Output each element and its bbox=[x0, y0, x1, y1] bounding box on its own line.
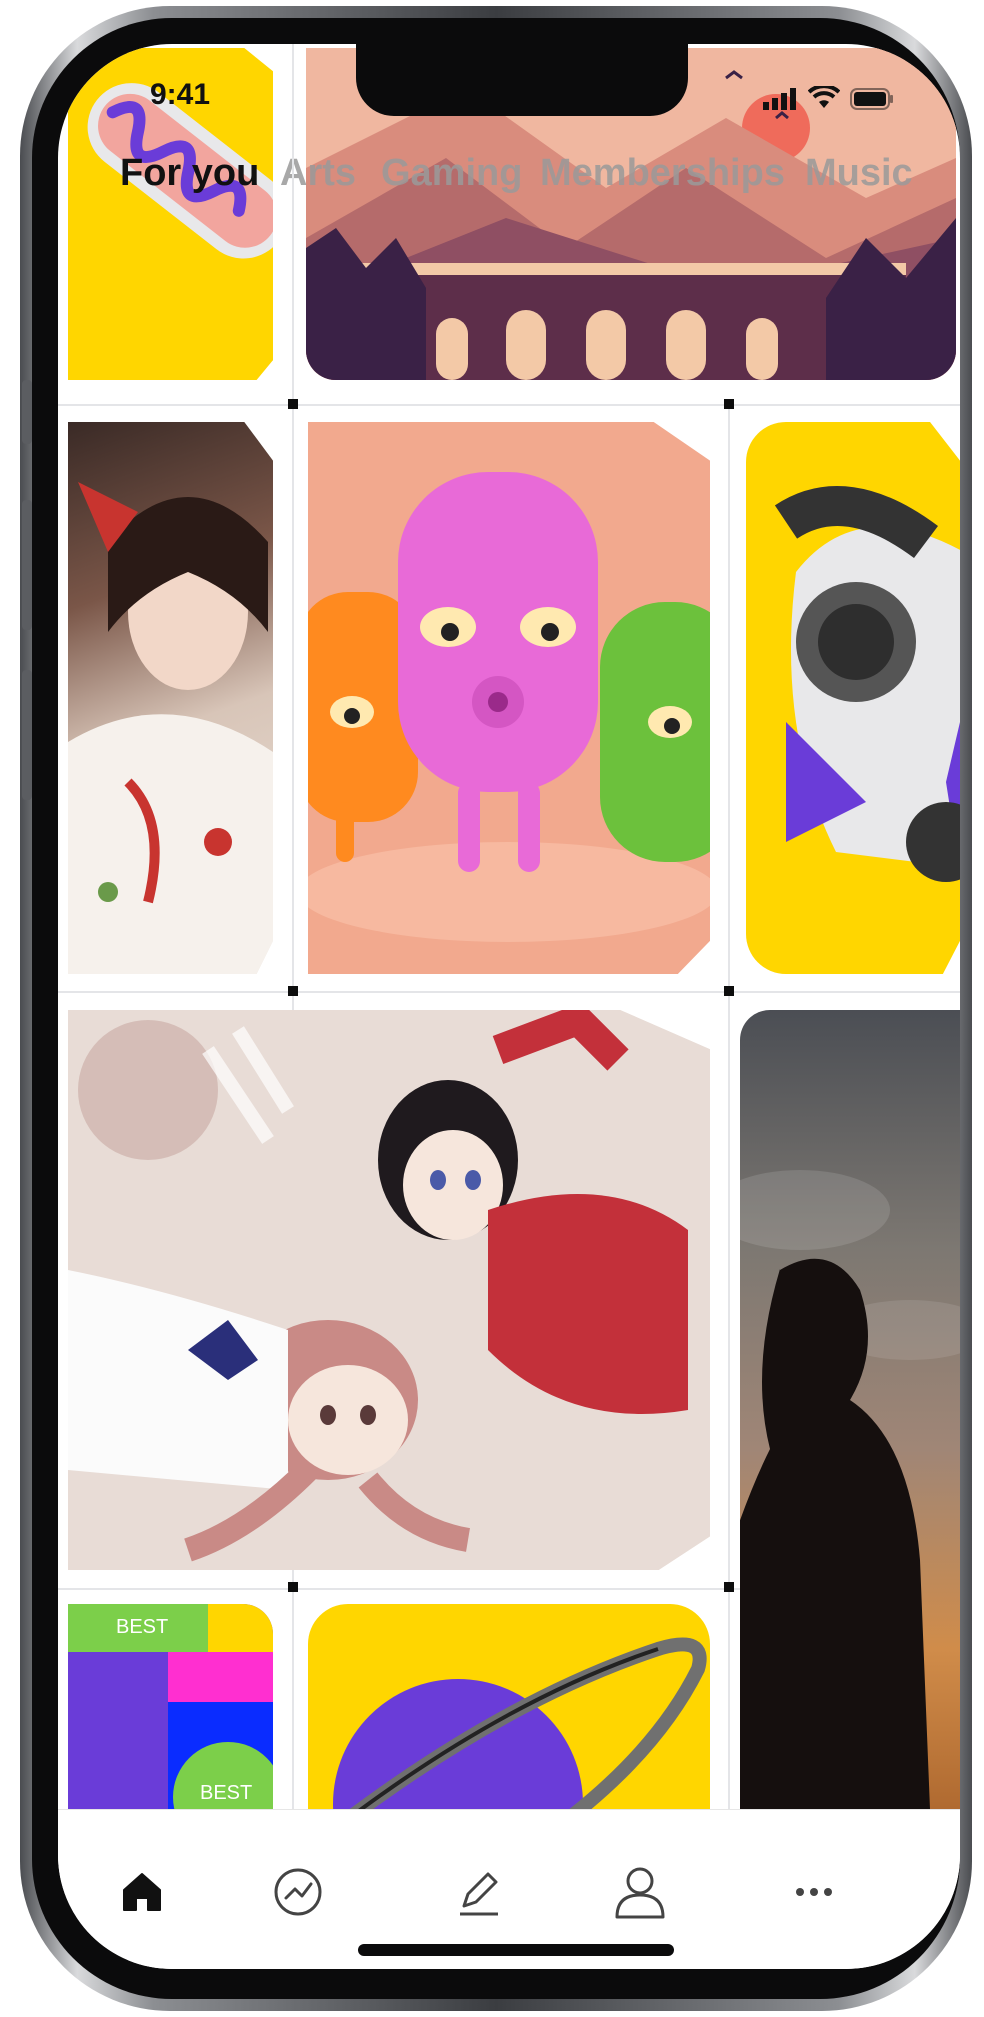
grid-node bbox=[724, 399, 734, 409]
nav-more[interactable] bbox=[784, 1862, 844, 1922]
volume-down-button bbox=[22, 670, 32, 800]
tab-memberships[interactable]: Memberships bbox=[540, 152, 785, 195]
tile-best-poster[interactable]: BEST BEST bbox=[68, 1604, 273, 1809]
mute-switch bbox=[22, 380, 32, 444]
grid-divider bbox=[58, 1588, 758, 1590]
nav-activity[interactable] bbox=[268, 1862, 328, 1922]
grid-divider bbox=[58, 404, 960, 406]
screen: 9:41 For you Arts Gaming Memberships Mus… bbox=[58, 44, 960, 1969]
grid-node bbox=[288, 399, 298, 409]
grid-divider bbox=[58, 991, 960, 993]
grid-divider bbox=[728, 404, 730, 1809]
poster-best-label: BEST bbox=[116, 1616, 169, 1638]
tab-for-you[interactable]: For you bbox=[120, 152, 259, 195]
tile-planet-art[interactable] bbox=[308, 1604, 710, 1809]
poster-best-label-2: BEST bbox=[200, 1782, 253, 1804]
tile-kimono-portrait[interactable] bbox=[68, 422, 273, 974]
tile-3d-characters[interactable] bbox=[308, 422, 710, 974]
pencil-icon bbox=[460, 1872, 498, 1916]
grid-node bbox=[724, 1582, 734, 1592]
grid-node bbox=[288, 986, 298, 996]
volume-up-button bbox=[22, 500, 32, 630]
home-icon bbox=[123, 1873, 161, 1911]
signal-icon bbox=[763, 88, 799, 115]
tab-music[interactable]: Music bbox=[805, 152, 913, 195]
camera-notch bbox=[356, 44, 688, 116]
wifi-icon bbox=[807, 84, 841, 115]
tile-silhouette-photo[interactable] bbox=[740, 1010, 960, 1809]
nav-profile[interactable] bbox=[610, 1862, 670, 1922]
grid-node bbox=[288, 1582, 298, 1592]
grid-node bbox=[724, 986, 734, 996]
tile-anime-illustration[interactable] bbox=[68, 1010, 710, 1570]
tab-gaming[interactable]: Gaming bbox=[381, 152, 522, 195]
profile-icon bbox=[615, 1867, 665, 1919]
more-icon bbox=[796, 1888, 832, 1896]
nav-home[interactable] bbox=[112, 1862, 172, 1922]
battery-icon bbox=[850, 88, 894, 115]
activity-icon bbox=[274, 1868, 322, 1916]
nav-create[interactable] bbox=[448, 1862, 508, 1922]
status-time: 9:41 bbox=[150, 78, 211, 111]
tile-rocket-art[interactable] bbox=[746, 422, 960, 974]
home-indicator[interactable] bbox=[358, 1944, 674, 1956]
